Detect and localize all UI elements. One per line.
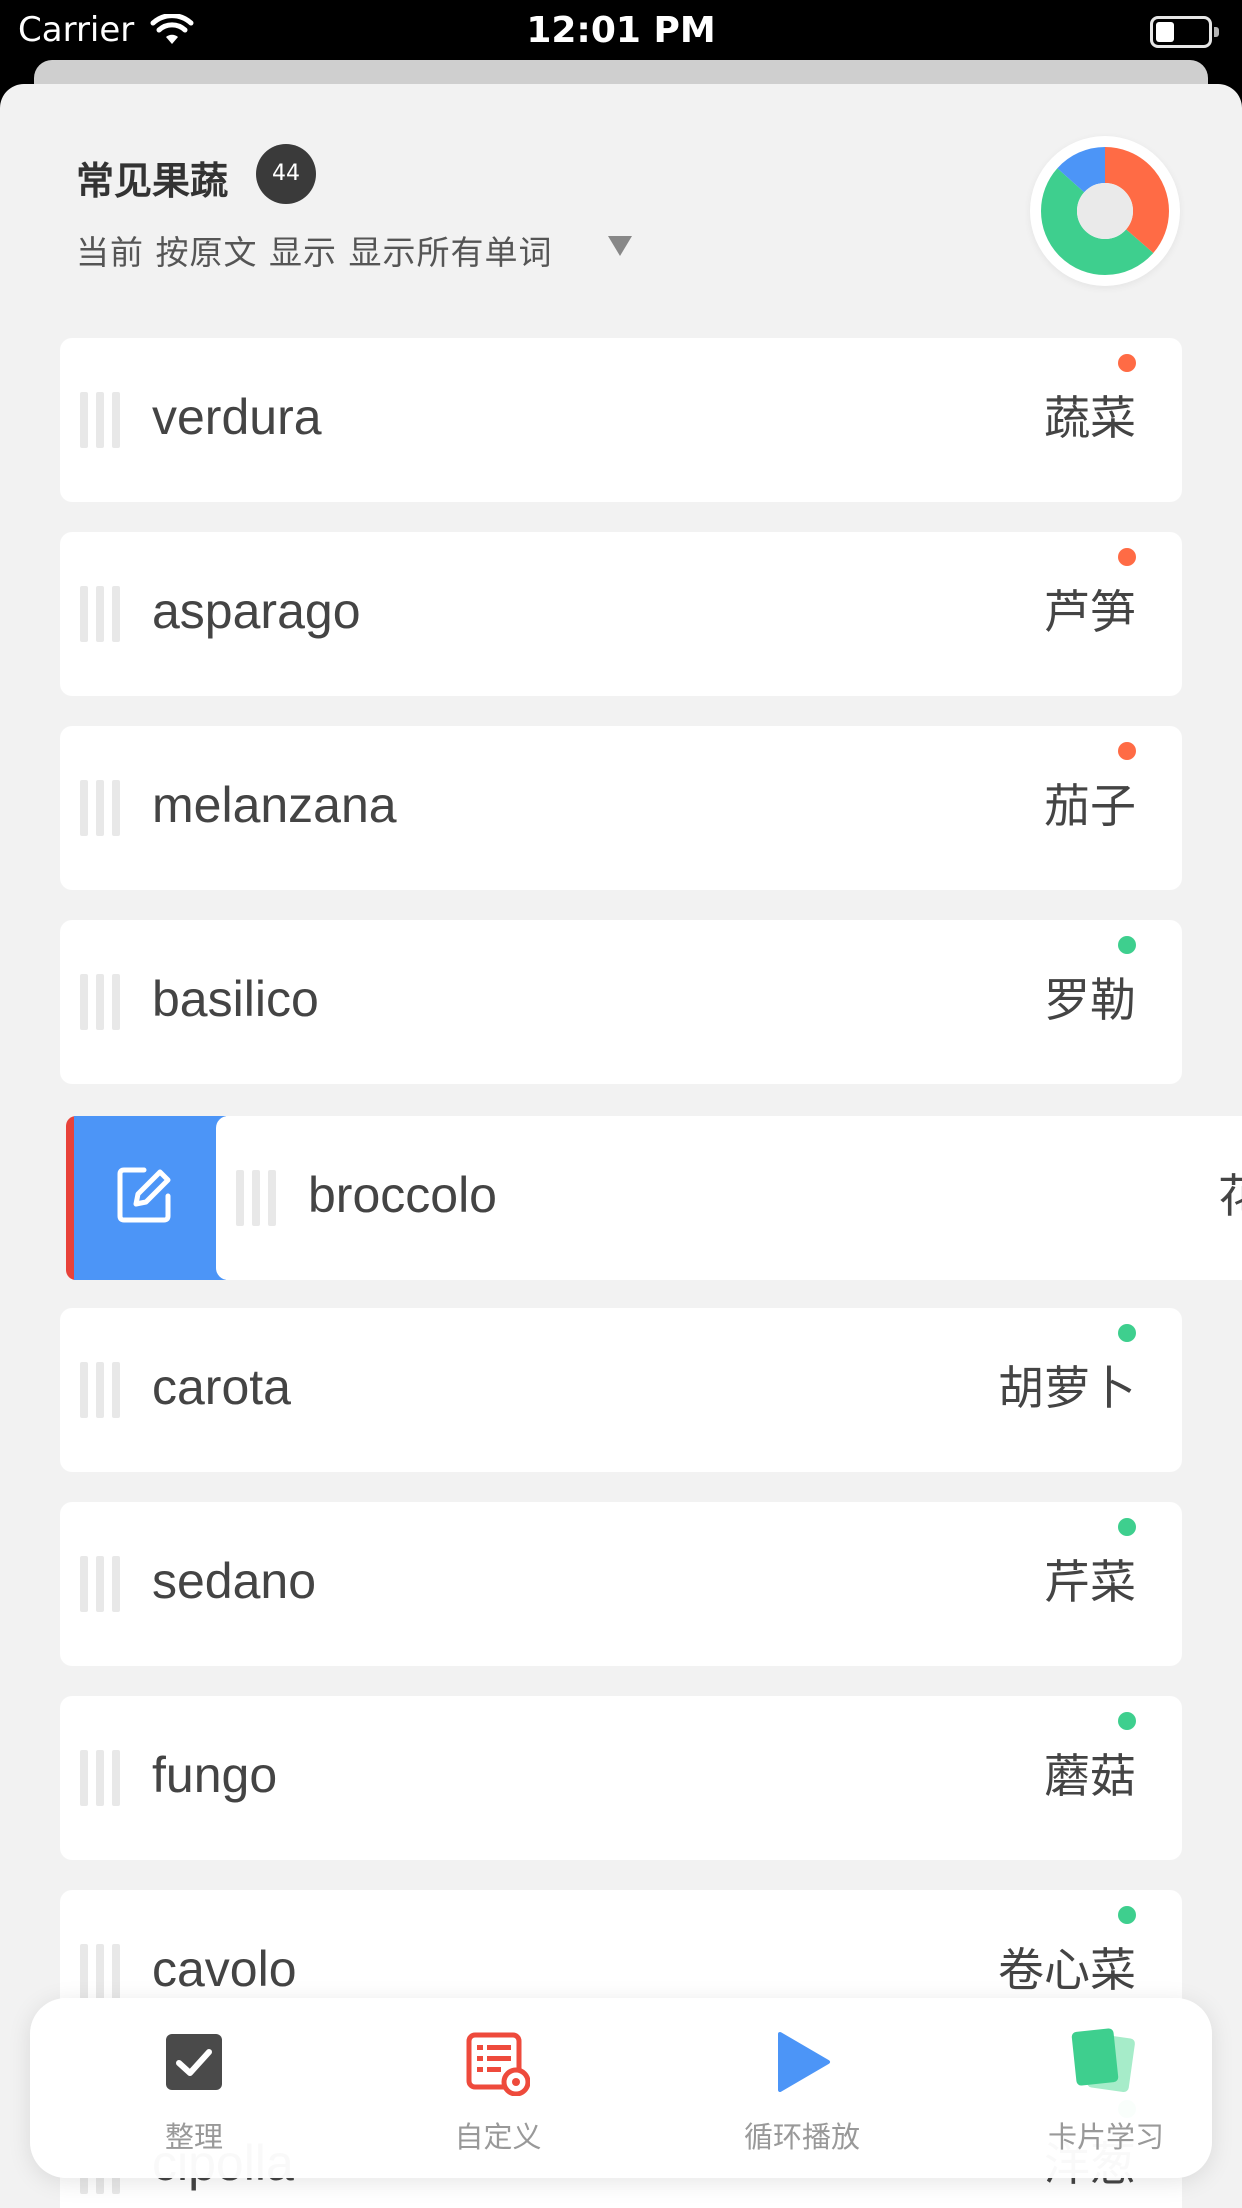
- flashcard-label: 卡片学习: [1047, 2120, 1164, 2154]
- word-text: melanzana: [152, 777, 397, 833]
- drag-handle-icon[interactable]: [236, 1170, 276, 1226]
- battery-icon: [1150, 16, 1220, 48]
- status-dot: [1118, 936, 1136, 954]
- organize-button[interactable]: 整理: [94, 1998, 294, 2178]
- word-text: basilico: [152, 971, 319, 1027]
- bottom-toolbar: 整理 自定义 循环播放 卡片学习: [30, 1998, 1212, 2178]
- status-dot: [1118, 1906, 1136, 1924]
- word-count-badge: 44: [256, 144, 316, 204]
- word-text: fungo: [152, 1747, 278, 1803]
- loop-play-label: 循环播放: [743, 2120, 860, 2154]
- drag-handle-icon[interactable]: [80, 586, 120, 642]
- translation-text: 罗勒: [1044, 973, 1136, 1027]
- list-item[interactable]: melanzana 茄子: [60, 726, 1182, 890]
- status-dot: [1118, 1712, 1136, 1730]
- translation-text: 茄子: [1044, 779, 1136, 833]
- translation-text: 芹菜: [1044, 1555, 1136, 1609]
- word-text: verdura: [152, 389, 322, 445]
- page-title: 常见果蔬: [76, 159, 229, 203]
- translation-text: 蔬菜: [1044, 391, 1136, 445]
- status-dot: [1118, 742, 1136, 760]
- word-text: cavolo: [152, 1941, 297, 1997]
- translation-text: 卷心菜: [998, 1943, 1136, 1997]
- drag-handle-icon[interactable]: [80, 1944, 120, 2000]
- drag-handle-icon[interactable]: [80, 974, 120, 1030]
- word-text: broccolo: [308, 1167, 497, 1223]
- organize-label: 整理: [164, 2120, 223, 2154]
- display-mode-selector[interactable]: 当前 按原文 显示 显示所有单词: [76, 226, 552, 274]
- list-settings-icon: [466, 2032, 530, 2096]
- list-item[interactable]: asparago 芦笋: [60, 532, 1182, 696]
- drag-handle-icon[interactable]: [80, 1750, 120, 1806]
- loop-play-button[interactable]: 循环播放: [702, 1998, 902, 2178]
- status-dot: [1118, 1518, 1136, 1536]
- translation-text: 花: [1218, 1169, 1242, 1223]
- drag-handle-icon[interactable]: [80, 1362, 120, 1418]
- status-dot: [1118, 354, 1136, 372]
- cards-icon: [1071, 2028, 1135, 2093]
- drag-handle-icon[interactable]: [80, 392, 120, 448]
- checkbox-icon: [166, 2034, 222, 2090]
- play-icon: [778, 2032, 830, 2092]
- status-dot: [1118, 548, 1136, 566]
- word-list-sheet: 常见果蔬 44 当前 按原文 显示 显示所有单词 verdura 蔬菜 aspa…: [0, 84, 1242, 2208]
- status-dot: [1118, 1324, 1136, 1342]
- customize-button[interactable]: 自定义: [398, 1998, 598, 2178]
- donut-icon: [1041, 147, 1169, 275]
- translation-text: 芦笋: [1044, 585, 1136, 639]
- list-item[interactable]: broccolo 花: [216, 1116, 1242, 1280]
- customize-label: 自定义: [454, 2120, 542, 2154]
- progress-ring-chart[interactable]: [1030, 136, 1180, 286]
- triangle-down-icon[interactable]: [608, 236, 632, 256]
- translation-text: 胡萝卜: [998, 1361, 1136, 1415]
- list-item[interactable]: carota 胡萝卜: [60, 1308, 1182, 1472]
- list-item[interactable]: verdura 蔬菜: [60, 338, 1182, 502]
- list-item[interactable]: basilico 罗勒: [60, 920, 1182, 1084]
- translation-text: 蘑菇: [1044, 1749, 1136, 1803]
- drag-handle-icon[interactable]: [80, 1556, 120, 1612]
- word-text: asparago: [152, 583, 361, 639]
- edit-action-button[interactable]: [74, 1116, 226, 1280]
- word-text: carota: [152, 1359, 291, 1415]
- word-text: sedano: [152, 1553, 317, 1609]
- edit-icon: [117, 1167, 171, 1223]
- swiped-list-item[interactable]: broccolo 花: [66, 1116, 1242, 1280]
- flashcard-button[interactable]: 卡片学习: [1006, 1998, 1206, 2178]
- list-item[interactable]: sedano 芹菜: [60, 1502, 1182, 1666]
- status-bar: Carrier 12:01 PM: [0, 0, 1242, 62]
- clock: 12:01 PM: [526, 10, 716, 51]
- drag-handle-icon[interactable]: [80, 780, 120, 836]
- list-item[interactable]: fungo 蘑菇: [60, 1696, 1182, 1860]
